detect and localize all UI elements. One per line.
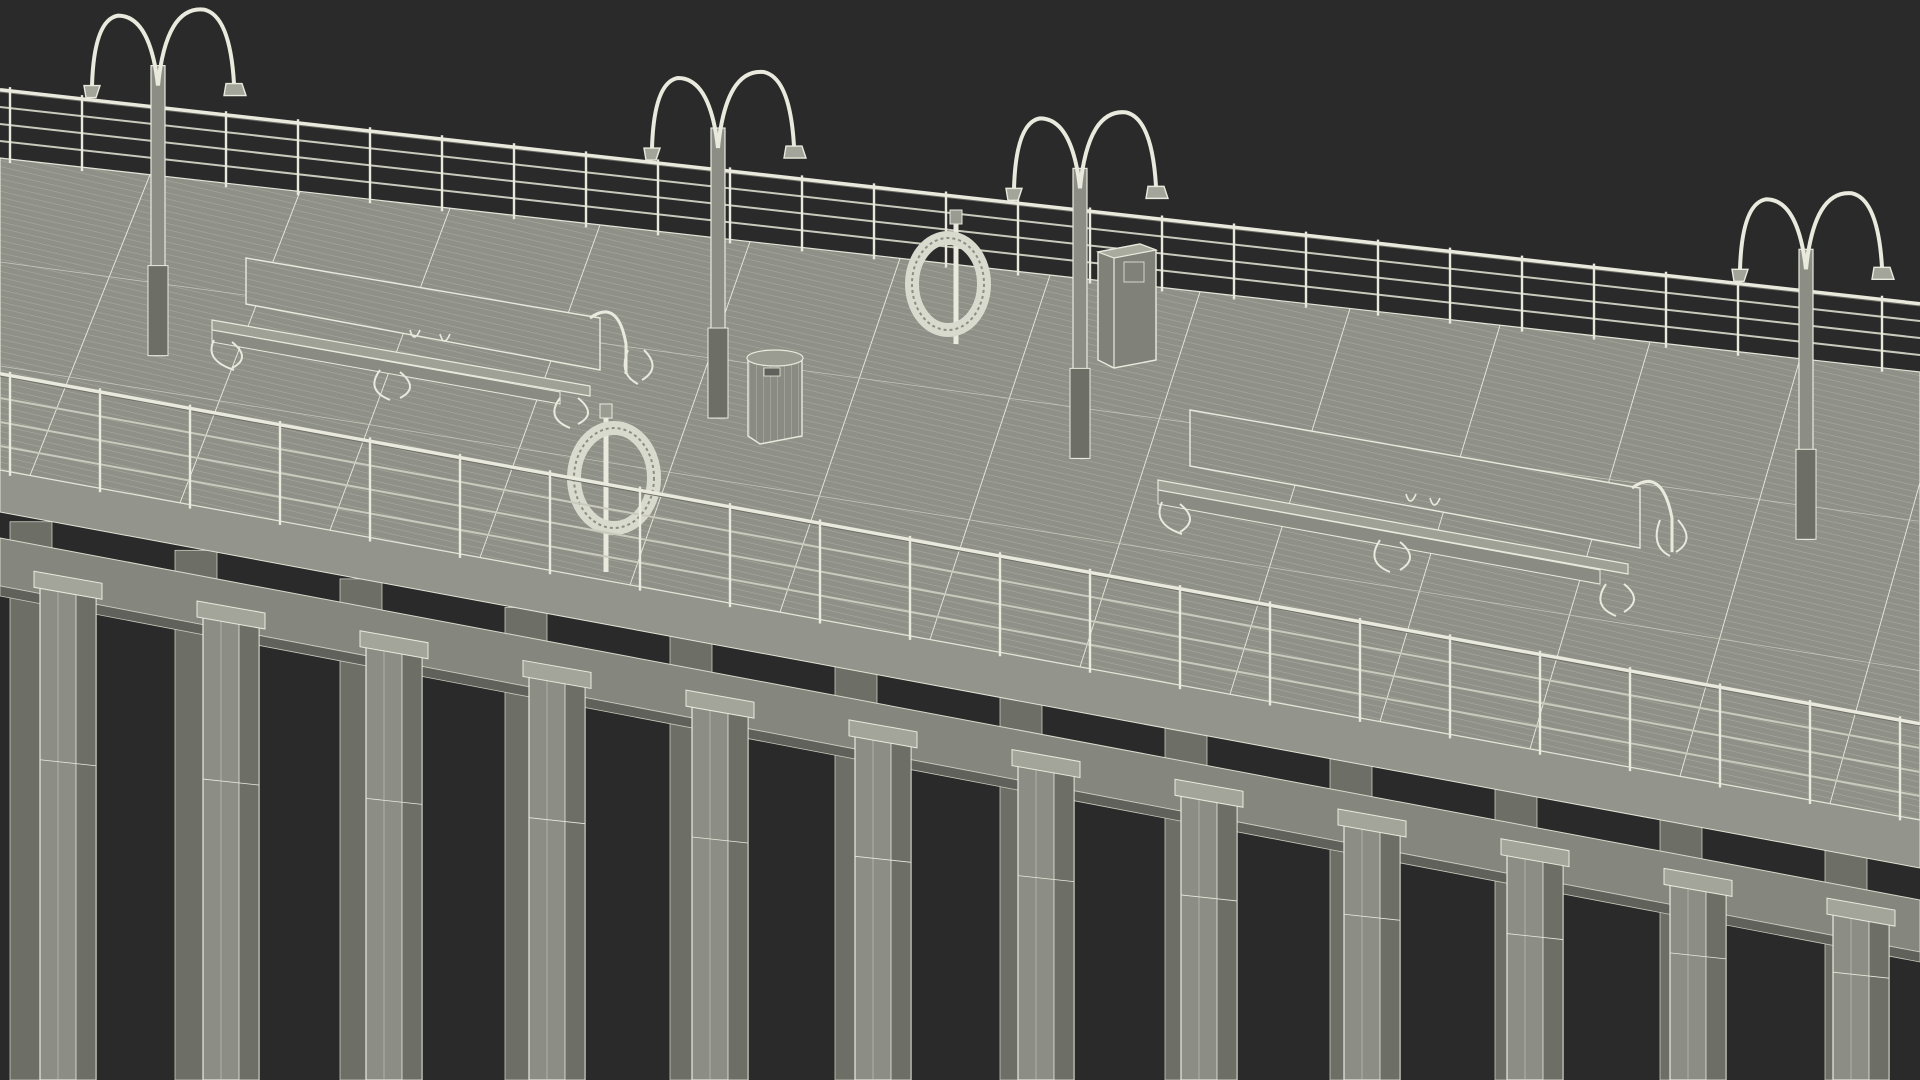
trash-bin (746, 349, 804, 445)
pier-wireframe-render (0, 0, 1920, 1080)
pile-front (522, 659, 592, 1080)
pile-front (196, 600, 266, 1080)
utility-box (1095, 243, 1159, 369)
pile-front (685, 689, 755, 1080)
pile-front (1826, 897, 1896, 1080)
pile-front (33, 570, 103, 1080)
pile-front (359, 630, 429, 1080)
pile-front (1011, 748, 1081, 1080)
pile-front (1663, 867, 1733, 1080)
pile-front (1174, 778, 1244, 1080)
pile-front (848, 719, 918, 1080)
pile-front (1337, 808, 1407, 1080)
pile-front (1500, 838, 1570, 1080)
